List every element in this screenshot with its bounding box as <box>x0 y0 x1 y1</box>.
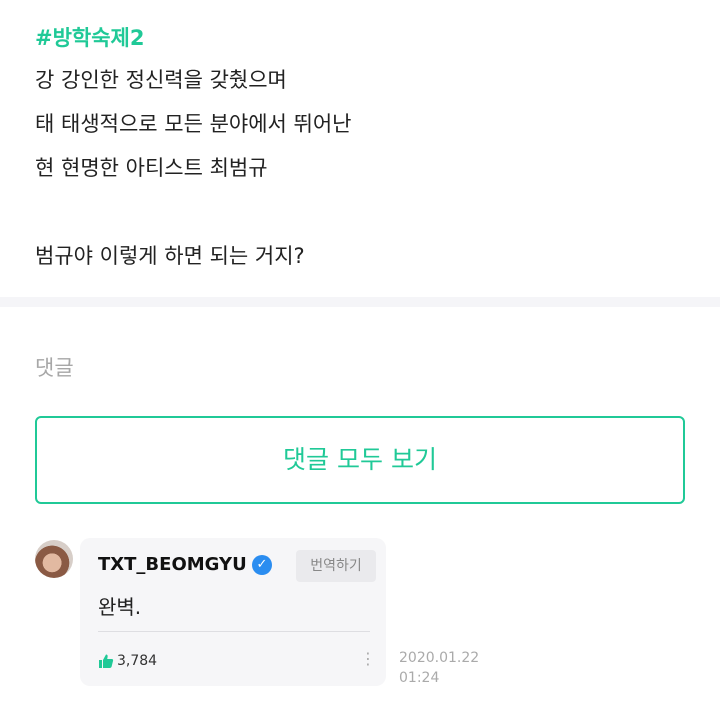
comment-text: 완벽. <box>98 595 142 619</box>
comments-label: 댓글 <box>35 356 74 380</box>
comment-timestamp: 2020.01.22 01:24 <box>399 648 489 688</box>
comment-author[interactable]: TXT_BEOMGYU <box>98 552 247 578</box>
like-count: 3,784 <box>117 652 158 669</box>
avatar[interactable] <box>35 540 73 578</box>
comment-bubble: TXT_BEOMGYU ✓ 번역하기 완벽. 3,784 ⋮ <box>80 538 386 686</box>
verified-badge-icon: ✓ <box>252 555 272 575</box>
comment-date: 2020.01.22 <box>399 650 480 666</box>
post-line-5: 범규야 이렇게 하면 되는 거지? <box>35 244 305 268</box>
see-all-comments-button[interactable]: 댓글 모두 보기 <box>35 416 685 504</box>
post-line-2: 태 태생적으로 모든 분야에서 뛰어난 <box>35 112 352 136</box>
section-divider <box>0 297 720 307</box>
like-button[interactable]: 3,784 <box>98 650 157 670</box>
thumbs-up-icon <box>99 654 114 668</box>
post-line-3: 현 현명한 아티스트 최범규 <box>35 156 268 180</box>
post-line-1: 강 강인한 정신력을 갖췄으며 <box>35 68 287 92</box>
post-hashtag[interactable]: #방학숙제2 <box>35 18 695 58</box>
translate-button[interactable]: 번역하기 <box>296 550 376 582</box>
comment-time: 01:24 <box>399 670 440 686</box>
more-vertical-icon[interactable]: ⋮ <box>360 648 376 670</box>
comment-divider <box>98 631 370 632</box>
post-body: #방학숙제2 강 강인한 정신력을 갖췄으며 태 태생적으로 모든 분야에서 뛰… <box>35 18 695 278</box>
